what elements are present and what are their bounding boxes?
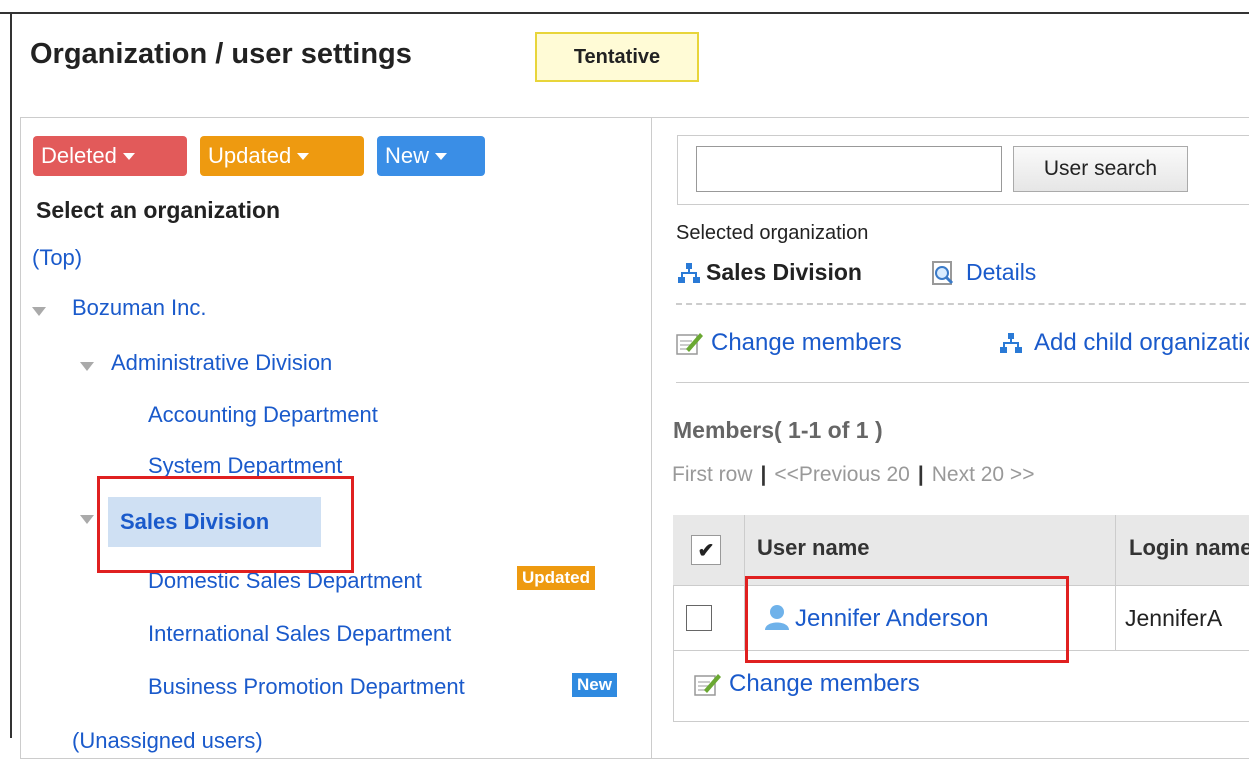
column-header-login-name[interactable]: Login name bbox=[1129, 535, 1249, 561]
organization-icon bbox=[1000, 333, 1022, 353]
page-title: Organization / user settings bbox=[30, 38, 412, 70]
edit-icon bbox=[694, 674, 721, 696]
tree-expand-icon[interactable] bbox=[80, 515, 94, 524]
tree-expand-icon[interactable] bbox=[32, 307, 46, 316]
selected-organization-label: Selected organization bbox=[676, 222, 869, 244]
change-members-link-bottom[interactable]: Change members bbox=[729, 670, 920, 698]
section-divider bbox=[676, 382, 1249, 383]
highlight-user-row bbox=[745, 576, 1069, 663]
pager: First row | <<Previous 20 | Next 20 >> bbox=[672, 463, 1035, 486]
chevron-down-icon bbox=[297, 152, 310, 160]
change-members-link-top[interactable]: Change members bbox=[711, 329, 902, 357]
deleted-filter-label: Deleted bbox=[41, 143, 117, 168]
edit-icon bbox=[676, 333, 703, 355]
pager-previous: <<Previous 20 bbox=[774, 463, 910, 486]
pager-next: Next 20 >> bbox=[931, 463, 1035, 486]
members-heading: Members( 1-1 of 1 ) bbox=[673, 417, 883, 443]
select-organization-heading: Select an organization bbox=[36, 197, 281, 223]
frame-border-left bbox=[10, 12, 12, 738]
chevron-down-icon bbox=[122, 152, 135, 160]
new-filter-label: New bbox=[385, 143, 430, 168]
search-input[interactable] bbox=[696, 146, 1002, 192]
new-badge: New bbox=[572, 673, 617, 697]
panel-divider bbox=[651, 118, 652, 758]
select-all-checkbox[interactable]: ✔ bbox=[691, 535, 721, 565]
tree-item-accounting-department[interactable]: Accounting Department bbox=[148, 402, 378, 428]
login-name-cell: JenniferA bbox=[1125, 605, 1223, 631]
chevron-down-icon bbox=[435, 152, 448, 160]
pager-first: First row bbox=[672, 463, 753, 486]
tree-item-administrative-division[interactable]: Administrative Division bbox=[111, 350, 332, 376]
tentative-badge: Tentative bbox=[535, 32, 699, 82]
updated-filter-label: Updated bbox=[208, 143, 292, 168]
dashed-divider bbox=[676, 303, 1249, 305]
updated-filter-button[interactable]: Updated bbox=[200, 136, 364, 176]
updated-badge: Updated bbox=[517, 566, 595, 590]
column-header-user-name[interactable]: User name bbox=[757, 535, 870, 561]
user-search-button[interactable]: User search bbox=[1013, 146, 1188, 192]
tree-expand-icon[interactable] bbox=[80, 362, 94, 371]
organization-icon bbox=[678, 263, 700, 283]
highlight-sales-division bbox=[97, 476, 354, 573]
deleted-filter-button[interactable]: Deleted bbox=[33, 136, 187, 176]
tree-item-international-sales-department[interactable]: International Sales Department bbox=[148, 621, 451, 647]
new-filter-button[interactable]: New bbox=[377, 136, 485, 176]
tree-item-bozuman[interactable]: Bozuman Inc. bbox=[72, 295, 207, 321]
tree-item-unassigned-users[interactable]: (Unassigned users) bbox=[72, 728, 263, 754]
tree-item-top[interactable]: (Top) bbox=[32, 245, 82, 271]
column-divider bbox=[1115, 515, 1116, 650]
details-link[interactable]: Details bbox=[966, 259, 1036, 286]
frame-border-top bbox=[0, 12, 1249, 14]
tree-item-business-promotion-department[interactable]: Business Promotion Department bbox=[148, 674, 465, 700]
add-child-organization-link[interactable]: Add child organization bbox=[1034, 329, 1249, 357]
selected-organization-name: Sales Division bbox=[706, 259, 862, 285]
row-checkbox[interactable] bbox=[686, 605, 712, 631]
details-magnifier-icon bbox=[932, 261, 954, 285]
